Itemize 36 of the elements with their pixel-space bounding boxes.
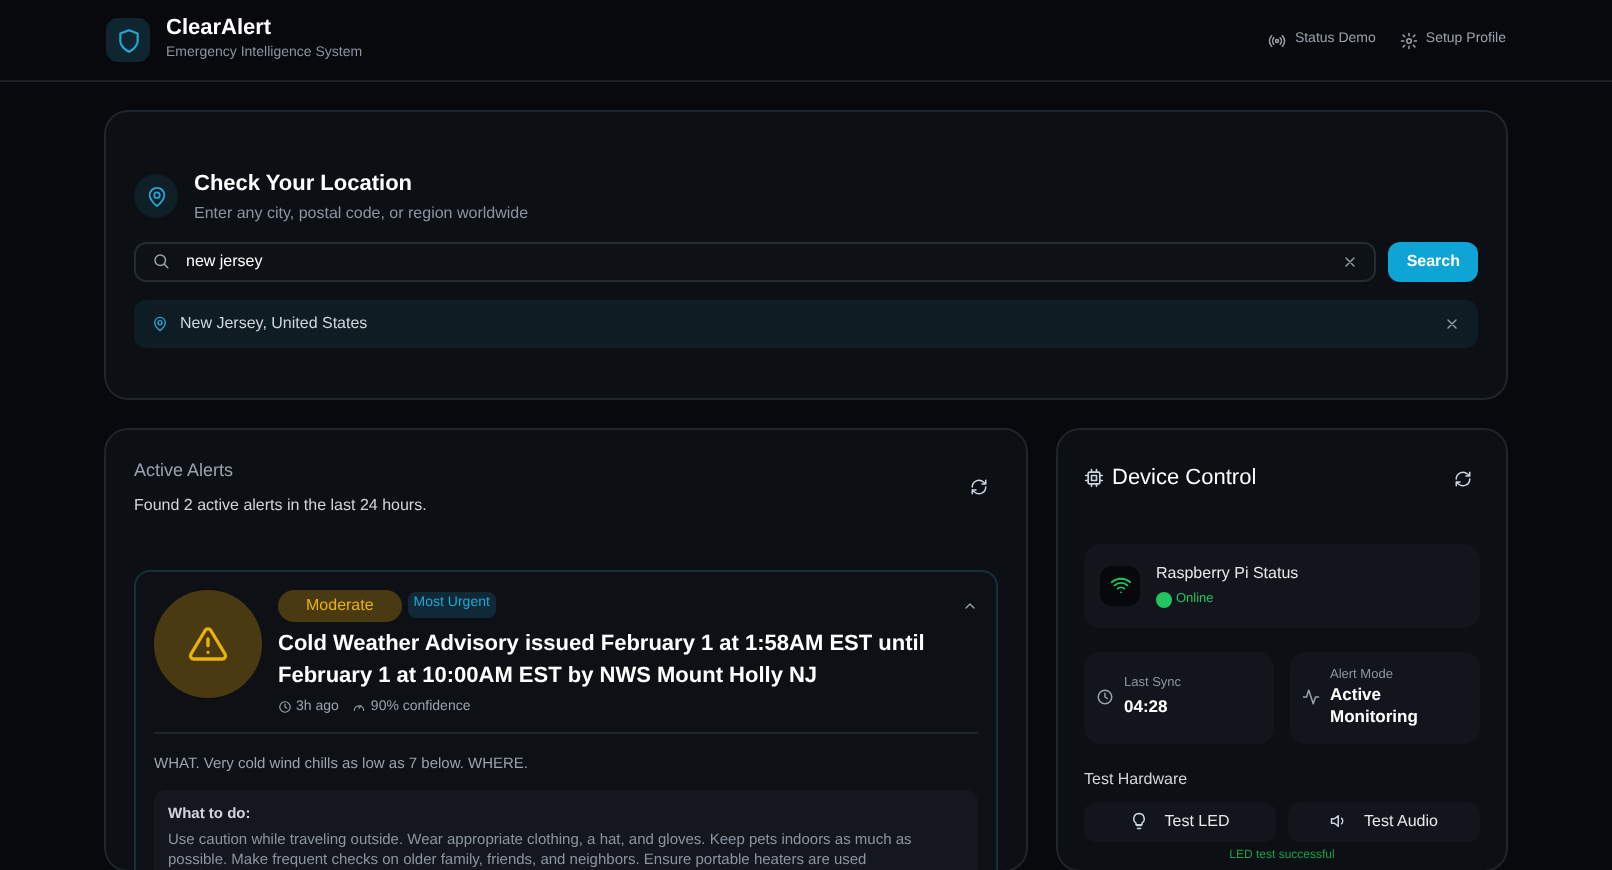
clear-icon[interactable] — [1342, 253, 1359, 269]
speaker-icon — [1330, 812, 1349, 830]
section-title: Device Control — [1112, 464, 1257, 494]
gauge-icon — [352, 700, 367, 715]
test-button[interactable]: Test Audio — [1288, 801, 1480, 841]
wifi-icon — [1109, 574, 1131, 596]
clock-icon — [1096, 688, 1114, 706]
status-label: Raspberry Pi Status — [1156, 561, 1299, 586]
close-icon[interactable] — [1444, 315, 1460, 331]
shield-icon — [115, 27, 141, 53]
warning-icon — [188, 623, 228, 663]
subsection-title: Test Hardware — [1084, 767, 1190, 791]
section-title: Active Alerts — [134, 458, 236, 484]
alert-summary: Found 2 active alerts in the last 24 hours. — [134, 493, 427, 517]
selected-location[interactable]: New Jersey, United States — [134, 299, 1478, 347]
chip-icon — [1084, 468, 1104, 489]
bulb-icon — [1130, 812, 1149, 830]
stat-value: Active Monitoring — [1330, 684, 1420, 729]
search-field[interactable]: new jersey — [134, 241, 1377, 281]
section-subtitle: Enter any city, postal code, or region worldwide — [194, 201, 529, 225]
section-title: Check Your Location — [194, 170, 415, 200]
activity-icon — [1302, 688, 1320, 706]
search-icon — [152, 252, 170, 270]
location-name: New Jersey, United States — [180, 311, 370, 335]
test-button[interactable]: Test LED — [1084, 801, 1276, 841]
broadcast-icon — [1268, 31, 1287, 49]
brand-title: ClearAlert — [166, 15, 274, 44]
location-pin-icon — [152, 315, 168, 331]
alert-title: Cold Weather Advisory issued February 1 at 1:58AM EST until February 1 at 10:00AM EST by NWS Mount Holly NJ — [278, 629, 927, 691]
severity-badge: Moderate — [278, 589, 402, 621]
stat-value: 04:28 — [1124, 694, 1170, 720]
refresh-icon[interactable] — [1454, 469, 1472, 488]
clock-icon — [278, 700, 292, 715]
refresh-icon[interactable] — [970, 478, 988, 497]
location-pin-icon — [145, 185, 167, 208]
search-input[interactable]: new jersey — [186, 249, 1327, 273]
